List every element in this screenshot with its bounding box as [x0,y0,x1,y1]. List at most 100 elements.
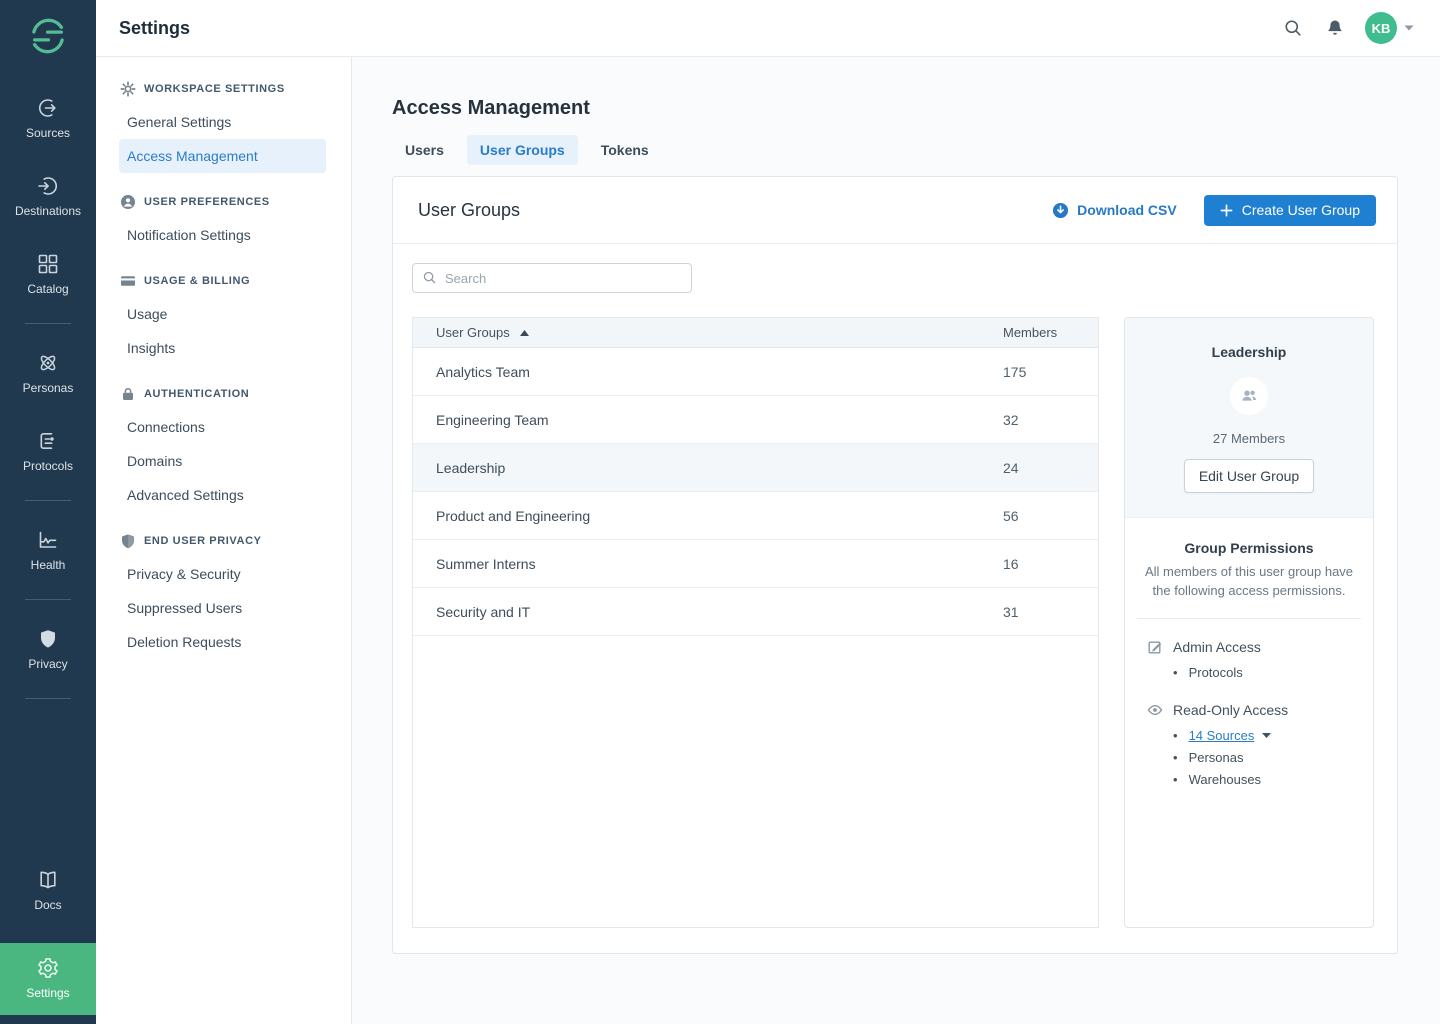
table-row[interactable]: Analytics Team 175 [413,348,1098,396]
search-icon[interactable] [1283,18,1303,38]
section-header: END USER PRIVACY [96,525,351,557]
create-user-group-label: Create User Group [1242,202,1360,218]
permission-item: Protocols [1173,662,1355,684]
nav-section-user-preferences: USER PREFERENCES Notification Settings [96,186,351,252]
shield-icon [120,533,136,549]
group-avatar [1230,377,1268,415]
nav-section-workspace-settings: WORKSPACE SETTINGS General Settings Acce… [96,73,351,173]
nav-section-authentication: AUTHENTICATION Connections Domains Advan… [96,378,351,512]
group-name: Engineering Team [436,412,1003,428]
search-input-icon [422,270,437,285]
rail-item-settings[interactable]: Settings [0,943,96,1015]
main-content: Access Management Users User Groups Toke… [352,57,1440,1024]
search-input[interactable] [412,263,692,293]
user-avatar[interactable]: KB [1365,12,1397,44]
group-members: 56 [1003,508,1075,524]
admin-access-row: Admin Access [1147,639,1355,655]
tab-users[interactable]: Users [392,135,457,165]
column-header-members: Members [1003,325,1075,340]
rail-item-docs[interactable]: Docs [0,858,96,922]
user-groups-card: User Groups Download CSV [392,176,1398,954]
nav-item-insights[interactable]: Insights [119,331,326,365]
nav-item-domains[interactable]: Domains [119,444,326,478]
section-header: AUTHENTICATION [96,378,351,410]
download-csv-link[interactable]: Download CSV [1052,202,1177,219]
destinations-icon [36,174,60,198]
permission-label: Protocols [1189,662,1243,684]
section-header: WORKSPACE SETTINGS [96,73,351,105]
admin-access-list: Protocols [1143,662,1355,684]
rail-bottom: Docs Settings [0,851,96,1015]
group-name: Product and Engineering [436,508,1003,524]
group-people-icon [1240,388,1258,404]
lock-icon [120,386,136,402]
tab-tokens[interactable]: Tokens [588,135,662,165]
section-title: USER PREFERENCES [144,196,270,208]
nav-item-general-settings[interactable]: General Settings [119,105,326,139]
table-empty-area [413,636,1098,927]
topbar-actions: KB [1261,12,1414,44]
caret-down-icon[interactable] [1262,733,1271,738]
group-members: 24 [1003,460,1075,476]
card-body: User Groups Members Analytics Team [393,244,1397,928]
nav-item-advanced-settings[interactable]: Advanced Settings [119,478,326,512]
edit-user-group-button[interactable]: Edit User Group [1184,459,1314,493]
nav-item-privacy-security[interactable]: Privacy & Security [119,557,326,591]
section-title: WORKSPACE SETTINGS [144,83,285,95]
rail-divider [25,698,71,699]
eye-icon [1147,702,1163,718]
notifications-bell-icon[interactable] [1325,18,1345,38]
nav-item-notification-settings[interactable]: Notification Settings [119,218,326,252]
settings-nav: WORKSPACE SETTINGS General Settings Acce… [96,57,352,1024]
nav-item-connections[interactable]: Connections [119,410,326,444]
body-row: User Groups Members Analytics Team [412,317,1374,928]
health-icon [36,528,60,552]
detail-summary: Leadership [1125,318,1373,518]
table-row[interactable]: Engineering Team 32 [413,396,1098,444]
rail-item-health[interactable]: Health [0,518,96,582]
detail-member-count: 27 Members [1141,431,1357,446]
edit-pencil-icon [1147,639,1163,655]
rail-item-sources[interactable]: Sources [0,86,96,150]
column-header-user-groups[interactable]: User Groups [436,325,1003,340]
segment-logo-icon[interactable] [25,13,71,59]
table-row[interactable]: Security and IT 31 [413,588,1098,636]
group-members: 16 [1003,556,1075,572]
rail-item-catalog[interactable]: Catalog [0,242,96,306]
rail-item-destinations[interactable]: Destinations [0,164,96,228]
nav-item-usage[interactable]: Usage [119,297,326,331]
rail-item-privacy[interactable]: Privacy [0,617,96,681]
app-root: Sources Destinations Catalog [0,0,1440,1024]
search-box [412,263,692,293]
rail-divider [25,323,71,324]
rail-item-personas[interactable]: Personas [0,341,96,405]
credit-card-icon [120,273,136,289]
admin-access-label: Admin Access [1173,639,1261,655]
readonly-access-list: 14 Sources Personas Warehouses [1143,725,1355,791]
download-csv-label: Download CSV [1077,202,1177,218]
right-column: Settings KB [96,0,1440,1024]
nav-item-deletion-requests[interactable]: Deletion Requests [119,625,326,659]
section-header: USAGE & BILLING [96,265,351,297]
sort-ascending-icon [520,330,529,336]
avatar-caret-down-icon[interactable] [1404,25,1414,31]
table-row-selected[interactable]: Leadership 24 [413,444,1098,492]
permission-label: Personas [1189,747,1244,769]
nav-item-access-management[interactable]: Access Management [119,139,326,173]
tab-user-groups[interactable]: User Groups [467,135,578,165]
group-name: Security and IT [436,604,1003,620]
nav-item-suppressed-users[interactable]: Suppressed Users [119,591,326,625]
rail-item-label: Docs [34,898,61,912]
section-title: USAGE & BILLING [144,275,250,287]
sources-count-link[interactable]: 14 Sources [1189,725,1255,747]
sources-icon [36,96,60,120]
section-title: AUTHENTICATION [144,388,249,400]
content-row: WORKSPACE SETTINGS General Settings Acce… [96,57,1440,1024]
group-members: 175 [1003,364,1075,380]
card-title: User Groups [418,200,1052,221]
create-user-group-button[interactable]: Create User Group [1204,195,1376,226]
group-detail-panel: Leadership [1124,317,1374,928]
table-row[interactable]: Summer Interns 16 [413,540,1098,588]
table-row[interactable]: Product and Engineering 56 [413,492,1098,540]
rail-item-protocols[interactable]: Protocols [0,419,96,483]
